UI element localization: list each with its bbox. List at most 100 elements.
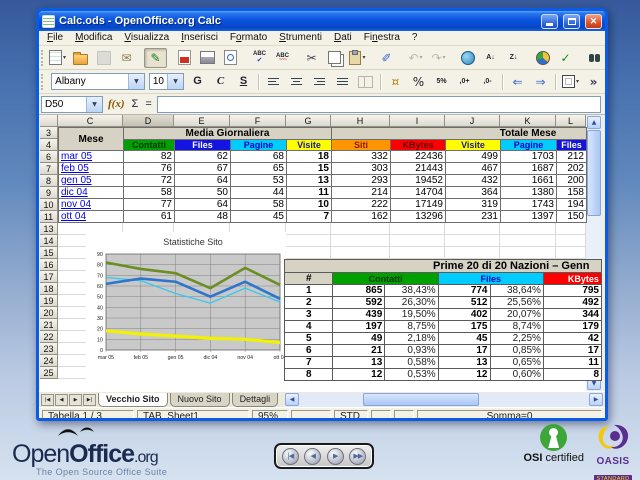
column-header-E[interactable]: E bbox=[174, 115, 230, 127]
value-cell[interactable]: 61 bbox=[124, 211, 175, 223]
value-cell[interactable]: 65 bbox=[231, 163, 287, 175]
draw-functions-icon[interactable]: ✓ bbox=[554, 48, 577, 68]
value-cell[interactable]: 82 bbox=[124, 151, 175, 163]
open-icon[interactable] bbox=[69, 48, 92, 68]
prev-sheet-button[interactable]: ◀ bbox=[55, 394, 68, 406]
font-size-combo[interactable]: 10 ▼ bbox=[149, 73, 184, 90]
value-cell[interactable]: 439 bbox=[333, 309, 385, 321]
row-header-16[interactable]: 16 bbox=[40, 259, 58, 271]
nav-previous-button[interactable]: ◀ bbox=[304, 448, 321, 465]
row-header-3[interactable]: 3 bbox=[40, 127, 58, 139]
currency-format-icon[interactable]: ¤ bbox=[384, 72, 407, 92]
row-header-7[interactable]: 7 bbox=[40, 163, 58, 175]
column-header-cell[interactable]: Visite bbox=[287, 140, 332, 151]
scroll-up-icon[interactable]: ▲ bbox=[587, 116, 601, 129]
value-cell[interactable]: 53 bbox=[231, 175, 287, 187]
value-cell[interactable]: 17 bbox=[543, 345, 601, 357]
chevron-down-icon[interactable]: ▾ bbox=[362, 54, 365, 61]
column-header-cell[interactable]: Visite bbox=[446, 140, 501, 151]
value-cell[interactable]: 214 bbox=[332, 187, 391, 199]
copy-icon[interactable] bbox=[323, 48, 346, 68]
value-cell[interactable]: 0,53% bbox=[385, 369, 438, 381]
value-cell[interactable]: 6 bbox=[285, 345, 333, 357]
undo-icon[interactable]: ↶▾ bbox=[404, 48, 427, 68]
value-cell[interactable]: 402 bbox=[438, 309, 490, 321]
value-cell[interactable]: 3 bbox=[285, 309, 333, 321]
menu-item[interactable]: Strumenti bbox=[273, 31, 328, 45]
equals-icon[interactable]: = bbox=[143, 98, 153, 110]
value-cell[interactable]: 200 bbox=[557, 175, 587, 187]
month-link-cell[interactable]: mar 05 bbox=[59, 151, 124, 163]
value-cell[interactable]: 2 bbox=[285, 297, 333, 309]
value-cell[interactable]: 8 bbox=[285, 369, 333, 381]
autospellcheck-icon[interactable]: ABC~~~ bbox=[271, 48, 294, 68]
value-cell[interactable]: 68 bbox=[231, 151, 287, 163]
value-cell[interactable]: 49 bbox=[333, 333, 385, 345]
insert-chart-icon[interactable] bbox=[531, 48, 554, 68]
standard-format-icon[interactable]: 5% bbox=[430, 72, 453, 92]
delete-decimal-icon[interactable]: ,0- bbox=[476, 72, 499, 92]
column-header-I[interactable]: I bbox=[390, 115, 445, 127]
value-cell[interactable]: 50 bbox=[175, 187, 231, 199]
group-header-cell[interactable]: Contatti bbox=[333, 273, 438, 285]
value-cell[interactable]: 44 bbox=[231, 187, 287, 199]
save-icon[interactable] bbox=[92, 48, 115, 68]
nav-next-button[interactable]: ▶ bbox=[327, 448, 344, 465]
chevron-down-icon[interactable]: ▼ bbox=[167, 74, 183, 89]
new-document-icon[interactable]: ▾ bbox=[46, 48, 69, 68]
row-header-23[interactable]: 23 bbox=[40, 343, 58, 355]
header-corner[interactable] bbox=[40, 115, 58, 127]
value-cell[interactable]: 364 bbox=[446, 187, 501, 199]
column-header-F[interactable]: F bbox=[230, 115, 286, 127]
value-cell[interactable]: 319 bbox=[446, 199, 501, 211]
value-cell[interactable]: 4 bbox=[285, 321, 333, 333]
row-header-25[interactable]: 25 bbox=[40, 367, 58, 379]
value-cell[interactable]: 13296 bbox=[391, 211, 446, 223]
align-center-icon[interactable] bbox=[285, 72, 308, 92]
value-cell[interactable]: 774 bbox=[438, 285, 490, 297]
value-cell[interactable]: 795 bbox=[543, 285, 601, 297]
nav-first-button[interactable]: |◀ bbox=[282, 448, 299, 465]
row-header-21[interactable]: 21 bbox=[40, 319, 58, 331]
align-left-icon[interactable] bbox=[262, 72, 285, 92]
row-header-17[interactable]: 17 bbox=[40, 271, 58, 283]
column-header-cell[interactable]: Pagine bbox=[501, 140, 557, 151]
column-header-G[interactable]: G bbox=[286, 115, 331, 127]
column-header-J[interactable]: J bbox=[445, 115, 500, 127]
value-cell[interactable]: 48 bbox=[175, 211, 231, 223]
page-preview-icon[interactable] bbox=[219, 48, 242, 68]
column-header-C[interactable]: C bbox=[58, 115, 123, 127]
chevron-down-icon[interactable]: ▾ bbox=[443, 54, 446, 61]
chevron-down-icon[interactable]: ▾ bbox=[63, 54, 66, 61]
column-header-K[interactable]: K bbox=[500, 115, 556, 127]
sheet-tab[interactable]: Vecchio Sito bbox=[98, 393, 168, 407]
value-cell[interactable]: 150 bbox=[557, 211, 587, 223]
value-cell[interactable]: 58 bbox=[231, 199, 287, 211]
align-justify-icon[interactable] bbox=[331, 72, 354, 92]
value-cell[interactable]: 197 bbox=[333, 321, 385, 333]
row-header-19[interactable]: 19 bbox=[40, 295, 58, 307]
value-cell[interactable]: 13 bbox=[438, 357, 490, 369]
value-cell[interactable]: 14704 bbox=[391, 187, 446, 199]
value-cell[interactable]: 58 bbox=[124, 187, 175, 199]
value-cell[interactable]: 865 bbox=[333, 285, 385, 297]
value-cell[interactable]: 1380 bbox=[501, 187, 557, 199]
value-cell[interactable]: 2,18% bbox=[385, 333, 438, 345]
menu-item[interactable]: Inserisci bbox=[175, 31, 224, 45]
horizontal-scrollbar[interactable]: ◀▶ bbox=[285, 393, 603, 407]
underline-button[interactable]: S bbox=[232, 72, 255, 92]
add-decimal-icon[interactable]: ,0+ bbox=[453, 72, 476, 92]
chevron-down-icon[interactable]: ▾ bbox=[420, 54, 423, 61]
month-link-cell[interactable]: ott 04 bbox=[59, 211, 124, 223]
toolbar-grip[interactable] bbox=[41, 50, 43, 66]
value-cell[interactable]: 67 bbox=[175, 163, 231, 175]
row-header-18[interactable]: 18 bbox=[40, 283, 58, 295]
percent-format-icon[interactable]: % bbox=[407, 72, 430, 92]
value-cell[interactable]: 45 bbox=[438, 333, 490, 345]
value-cell[interactable]: 45 bbox=[231, 211, 287, 223]
value-cell[interactable]: 10 bbox=[287, 199, 332, 211]
value-cell[interactable]: 13 bbox=[287, 175, 332, 187]
chevron-down-icon[interactable]: ▾ bbox=[576, 78, 579, 85]
value-cell[interactable]: 12 bbox=[333, 369, 385, 381]
export-pdf-icon[interactable] bbox=[173, 48, 196, 68]
